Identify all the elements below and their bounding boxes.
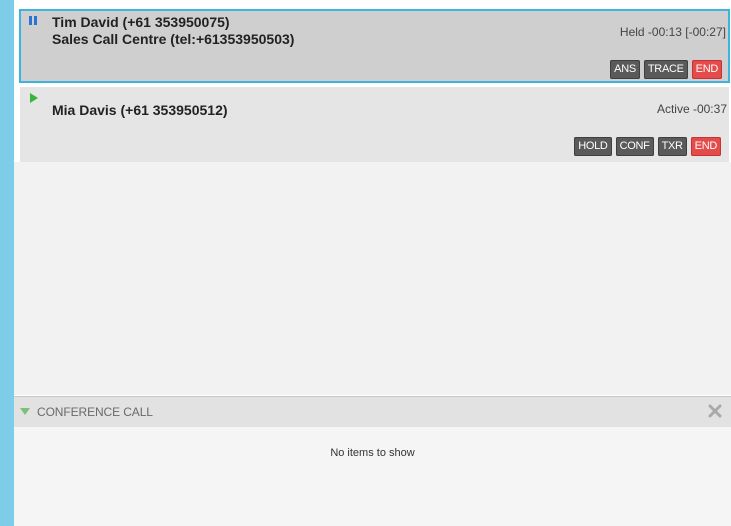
pause-icon <box>29 16 37 25</box>
left-accent-bar <box>0 0 14 526</box>
empty-list-message: No items to show <box>330 447 415 459</box>
conference-call-title: CONFERENCE CALL <box>37 405 153 419</box>
caller-name: Tim David (+61 353950075) <box>52 14 230 30</box>
trace-button[interactable]: TRACE <box>643 60 688 79</box>
answer-button[interactable]: ANS <box>610 60 640 79</box>
call-center-name: Sales Call Centre (tel:+61353950503) <box>52 31 295 47</box>
held-call-item[interactable]: Tim David (+61 353950075) Sales Call Cen… <box>19 9 730 83</box>
call-status: Active -00:37 <box>656 102 727 116</box>
end-call-button[interactable]: END <box>690 137 721 156</box>
end-call-button[interactable]: END <box>691 60 722 79</box>
active-call-item[interactable]: Mia Davis (+61 353950512) Active -00:37 … <box>20 87 729 162</box>
caller-name: Mia Davis (+61 353950512) <box>52 102 228 118</box>
call-actions: HOLD CONF TXR END <box>574 137 721 156</box>
triangle-down-icon[interactable] <box>20 408 30 415</box>
call-actions: ANS TRACE END <box>610 60 722 79</box>
conference-call-header[interactable]: CONFERENCE CALL <box>14 396 731 427</box>
close-icon[interactable] <box>708 404 722 418</box>
conference-call-list: No items to show <box>14 427 731 526</box>
transfer-button[interactable]: TXR <box>657 137 687 156</box>
play-icon <box>30 93 38 103</box>
call-status: Held -00:13 [-00:27] <box>619 25 726 39</box>
conference-button[interactable]: CONF <box>615 137 654 156</box>
call-list-empty-area <box>14 162 731 395</box>
hold-button[interactable]: HOLD <box>574 137 612 156</box>
